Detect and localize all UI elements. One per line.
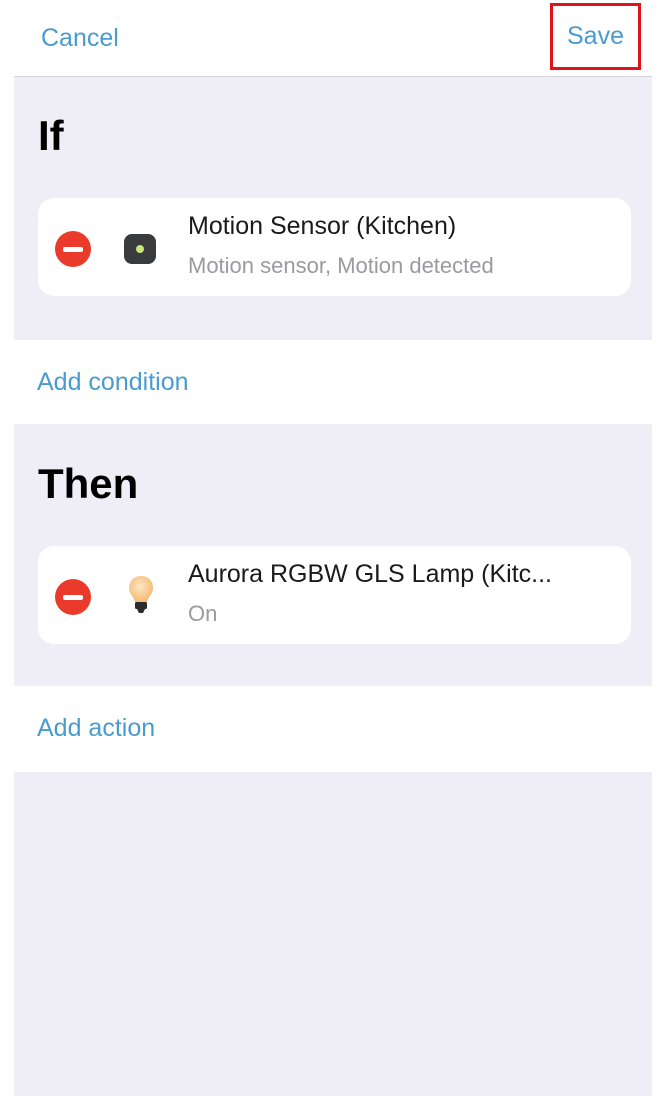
condition-subtitle: Motion sensor, Motion detected: [188, 253, 494, 278]
add-condition-row: Add condition: [14, 340, 652, 424]
action-subtitle: On: [188, 601, 218, 626]
navigation-bar: Cancel Save: [14, 0, 652, 77]
remove-action-button[interactable]: [55, 579, 91, 615]
add-condition-button[interactable]: Add condition: [37, 368, 189, 397]
add-action-button[interactable]: Add action: [37, 714, 155, 743]
motion-sensor-icon: [123, 233, 157, 265]
condition-title: Motion Sensor (Kitchen): [188, 212, 457, 240]
save-button-highlight: Save: [550, 3, 641, 70]
condition-card[interactable]: Motion Sensor (Kitchen) Motion sensor, M…: [38, 198, 631, 296]
light-bulb-icon: [126, 574, 156, 616]
then-section-title: Then: [38, 460, 139, 507]
automation-editor-screen: Cancel Save If Motion Sensor (Kitchen) M…: [14, 0, 652, 1096]
remove-condition-button[interactable]: [55, 231, 91, 267]
action-title: Aurora RGBW GLS Lamp (Kitc...: [188, 560, 552, 588]
cancel-button[interactable]: Cancel: [41, 24, 119, 53]
action-card[interactable]: Aurora RGBW GLS Lamp (Kitc... On: [38, 546, 631, 644]
add-action-row: Add action: [14, 686, 652, 772]
save-button[interactable]: Save: [567, 22, 624, 51]
if-section-title: If: [38, 112, 64, 159]
